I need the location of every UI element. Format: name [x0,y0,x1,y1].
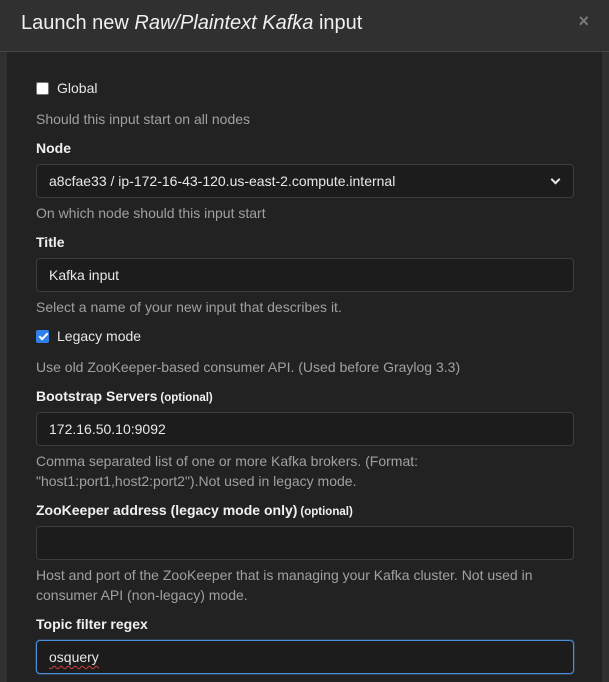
legacy-mode-checkbox[interactable] [36,329,49,343]
optional-tag: (optional) [160,392,213,404]
node-select-value: a8cfae33 / ip-172-16-43-120.us-east-2.co… [49,173,396,189]
chevron-down-icon [551,176,561,186]
legacy-mode-help: Use old ZooKeeper-based consumer API. (U… [36,359,461,375]
modal-title-suffix: input [313,12,363,34]
optional-tag: (optional) [300,506,353,518]
bootstrap-servers-label: Bootstrap Servers (optional) [36,388,213,404]
global-checkbox-row[interactable]: Global [36,80,97,96]
bootstrap-servers-input[interactable] [36,412,574,446]
close-icon[interactable]: × [578,11,589,31]
global-label: Global [57,80,98,96]
global-checkbox[interactable] [36,81,49,95]
bootstrap-servers-label-text: Bootstrap Servers [36,388,158,404]
launch-input-modal: Launch new Raw/Plaintext Kafka input × G… [0,0,609,682]
title-input[interactable] [36,258,574,292]
legacy-mode-checkbox-row[interactable]: Legacy mode [36,328,141,344]
topic-filter-value: osquery [49,649,99,665]
modal-title: Launch new Raw/Plaintext Kafka input [21,12,362,35]
zookeeper-address-label: ZooKeeper address (legacy mode only) (opt… [36,502,353,518]
topic-filter-label: Topic filter regex [36,616,148,632]
zookeeper-address-input[interactable] [36,526,574,560]
node-label: Node [36,140,71,156]
modal-title-input-type: Raw/Plaintext Kafka [134,12,314,34]
zookeeper-address-label-text: ZooKeeper address (legacy mode only) [36,502,298,518]
node-help: On which node should this input start [36,205,266,221]
bootstrap-servers-help: Comma separated list of one or more Kafk… [36,453,419,489]
legacy-mode-label: Legacy mode [57,328,142,344]
modal-body: Global Should this input start on all no… [7,52,602,682]
global-help: Should this input start on all nodes [36,111,251,127]
modal-title-prefix: Launch new [21,12,135,34]
modal-header: Launch new Raw/Plaintext Kafka input × [0,0,609,52]
topic-filter-input[interactable]: osquery [36,640,574,674]
title-help: Select a name of your new input that des… [36,299,342,315]
node-select[interactable]: a8cfae33 / ip-172-16-43-120.us-east-2.co… [36,164,574,198]
title-label: Title [36,234,65,250]
zookeeper-address-help: Host and port of the ZooKeeper that is m… [36,567,533,603]
